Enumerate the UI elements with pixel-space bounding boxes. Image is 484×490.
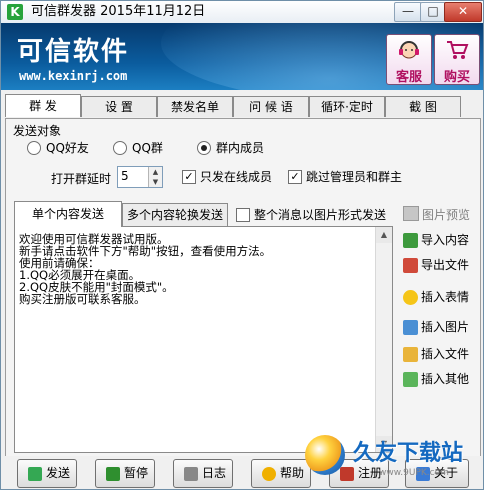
customer-service-label: 客服 xyxy=(395,70,422,85)
send-label: 发送 xyxy=(46,466,71,480)
group-delay-value: 5 xyxy=(121,169,129,183)
send-arrow-icon xyxy=(28,466,42,481)
send-as-image-checkbox[interactable]: 整个消息以图片形式发送 xyxy=(236,208,386,222)
checkbox-checked-icon: ✓ xyxy=(182,170,196,184)
watermark-url: www.9UPK.com xyxy=(379,468,449,478)
log-calendar-icon xyxy=(184,466,198,481)
insert-other-label: 插入其他 xyxy=(421,372,470,386)
insert-file-button[interactable]: 插入文件 xyxy=(403,344,469,364)
insert-file-label: 插入文件 xyxy=(421,347,470,361)
log-button[interactable]: 日志 xyxy=(173,459,233,488)
picture-icon xyxy=(403,320,418,335)
scroll-up-arrow-icon[interactable]: ▲ xyxy=(376,227,392,243)
download-site-watermark: 久友下载站 www.9UPK.com xyxy=(301,431,483,489)
pause-button[interactable]: 暂停 xyxy=(95,459,155,488)
checkbox-checked-icon: ✓ xyxy=(288,170,302,184)
send-as-image-label: 整个消息以图片形式发送 xyxy=(254,208,387,222)
group-delay-spinner[interactable]: 5 ▲ ▼ xyxy=(117,166,163,188)
tab-screenshot[interactable]: 截 图 xyxy=(385,96,461,117)
import-icon xyxy=(403,233,418,248)
main-tab-bar: 群 发 设 置 禁发名单 问 候 语 循环·定时 截 图 xyxy=(5,94,479,118)
send-target-label: 发送对象 xyxy=(13,124,62,138)
pause-icon xyxy=(106,466,120,481)
editor-scrollbar[interactable]: ▲ ▼ xyxy=(375,227,392,452)
spinner-arrows[interactable]: ▲ ▼ xyxy=(148,167,162,187)
tab-single-content[interactable]: 单个内容发送 xyxy=(14,201,122,227)
only-online-label: 只发在线成员 xyxy=(200,170,273,184)
plus-document-icon xyxy=(403,372,418,387)
import-content-button[interactable]: 导入内容 xyxy=(403,230,469,250)
folder-icon xyxy=(403,347,418,362)
import-content-label: 导入内容 xyxy=(421,233,470,247)
tab-settings[interactable]: 设 置 xyxy=(81,96,157,117)
skip-admin-label: 跳过管理员和群主 xyxy=(306,170,403,184)
maximize-button[interactable]: □ xyxy=(420,2,446,22)
header-banner: 可信软件 www.kexinrj.com 客服 购买 xyxy=(1,23,483,90)
export-icon xyxy=(403,258,418,273)
app-window: K 可信群发器 2015年11月12日 — □ ✕ 可信软件 www.kexin… xyxy=(0,0,484,490)
tab-loop-schedule[interactable]: 循环·定时 xyxy=(309,96,385,117)
export-file-label: 导出文件 xyxy=(421,258,470,272)
insert-emoji-button[interactable]: 插入表情 xyxy=(403,287,469,307)
shopping-cart-icon xyxy=(447,41,469,59)
radio-group-members[interactable]: 群内成员 xyxy=(197,141,264,155)
buy-label: 购买 xyxy=(443,70,470,85)
customer-service-button[interactable]: 客服 xyxy=(386,34,432,85)
checkbox-unchecked-icon xyxy=(236,208,250,222)
send-button[interactable]: 发送 xyxy=(17,459,77,488)
globe-logo-icon xyxy=(305,435,345,475)
radio-qq-groups[interactable]: QQ群 xyxy=(113,141,163,155)
radio-label: QQ群 xyxy=(132,141,163,155)
window-title: 可信群发器 2015年11月12日 xyxy=(31,4,206,19)
group-delay-label: 打开群延时 xyxy=(51,172,112,186)
skip-admin-checkbox[interactable]: ✓ 跳过管理员和群主 xyxy=(288,170,402,184)
tab-mass-send[interactable]: 群 发 xyxy=(5,94,81,117)
insert-emoji-label: 插入表情 xyxy=(421,290,470,304)
image-preview-button[interactable]: 图片预览 xyxy=(403,206,470,222)
close-button[interactable]: ✕ xyxy=(444,2,482,22)
smiley-icon xyxy=(403,290,418,305)
watermark-text: 久友下载站 xyxy=(353,441,464,466)
insert-image-label: 插入图片 xyxy=(421,320,470,334)
brand-url: www.kexinrj.com xyxy=(19,69,128,83)
image-preview-label: 图片预览 xyxy=(422,208,471,222)
radio-label: QQ好友 xyxy=(46,141,89,155)
image-preview-icon xyxy=(403,206,419,221)
brand-logo-text: 可信软件 xyxy=(17,37,130,67)
pause-label: 暂停 xyxy=(124,466,149,480)
radio-qq-friends[interactable]: QQ好友 xyxy=(27,141,89,155)
log-label: 日志 xyxy=(202,466,227,480)
radio-indicator-selected xyxy=(197,141,211,155)
headset-agent-icon xyxy=(399,41,419,59)
title-bar[interactable]: K 可信群发器 2015年11月12日 — □ ✕ xyxy=(1,1,483,24)
app-icon: K xyxy=(7,4,23,20)
insert-image-button[interactable]: 插入图片 xyxy=(403,317,469,337)
tab-greetings[interactable]: 问 候 语 xyxy=(233,96,309,117)
export-file-button[interactable]: 导出文件 xyxy=(403,255,469,275)
message-editor[interactable]: 欢迎使用可信群发器试用版。 新手请点击软件下方"帮助"按钮，查看使用方法。 使用… xyxy=(14,226,393,453)
tab-blocklist[interactable]: 禁发名单 xyxy=(157,96,233,117)
message-text[interactable]: 欢迎使用可信群发器试用版。 新手请点击软件下方"帮助"按钮，查看使用方法。 使用… xyxy=(19,233,371,305)
buy-button[interactable]: 购买 xyxy=(434,34,480,85)
radio-indicator xyxy=(27,141,41,155)
tab-multi-content-rotate[interactable]: 多个内容轮换发送 xyxy=(122,203,228,226)
radio-indicator xyxy=(113,141,127,155)
radio-label: 群内成员 xyxy=(216,141,265,155)
only-online-checkbox[interactable]: ✓ 只发在线成员 xyxy=(182,170,272,184)
insert-other-button[interactable]: 插入其他 xyxy=(403,369,469,389)
help-question-icon xyxy=(262,466,276,481)
minimize-button[interactable]: — xyxy=(394,2,422,22)
